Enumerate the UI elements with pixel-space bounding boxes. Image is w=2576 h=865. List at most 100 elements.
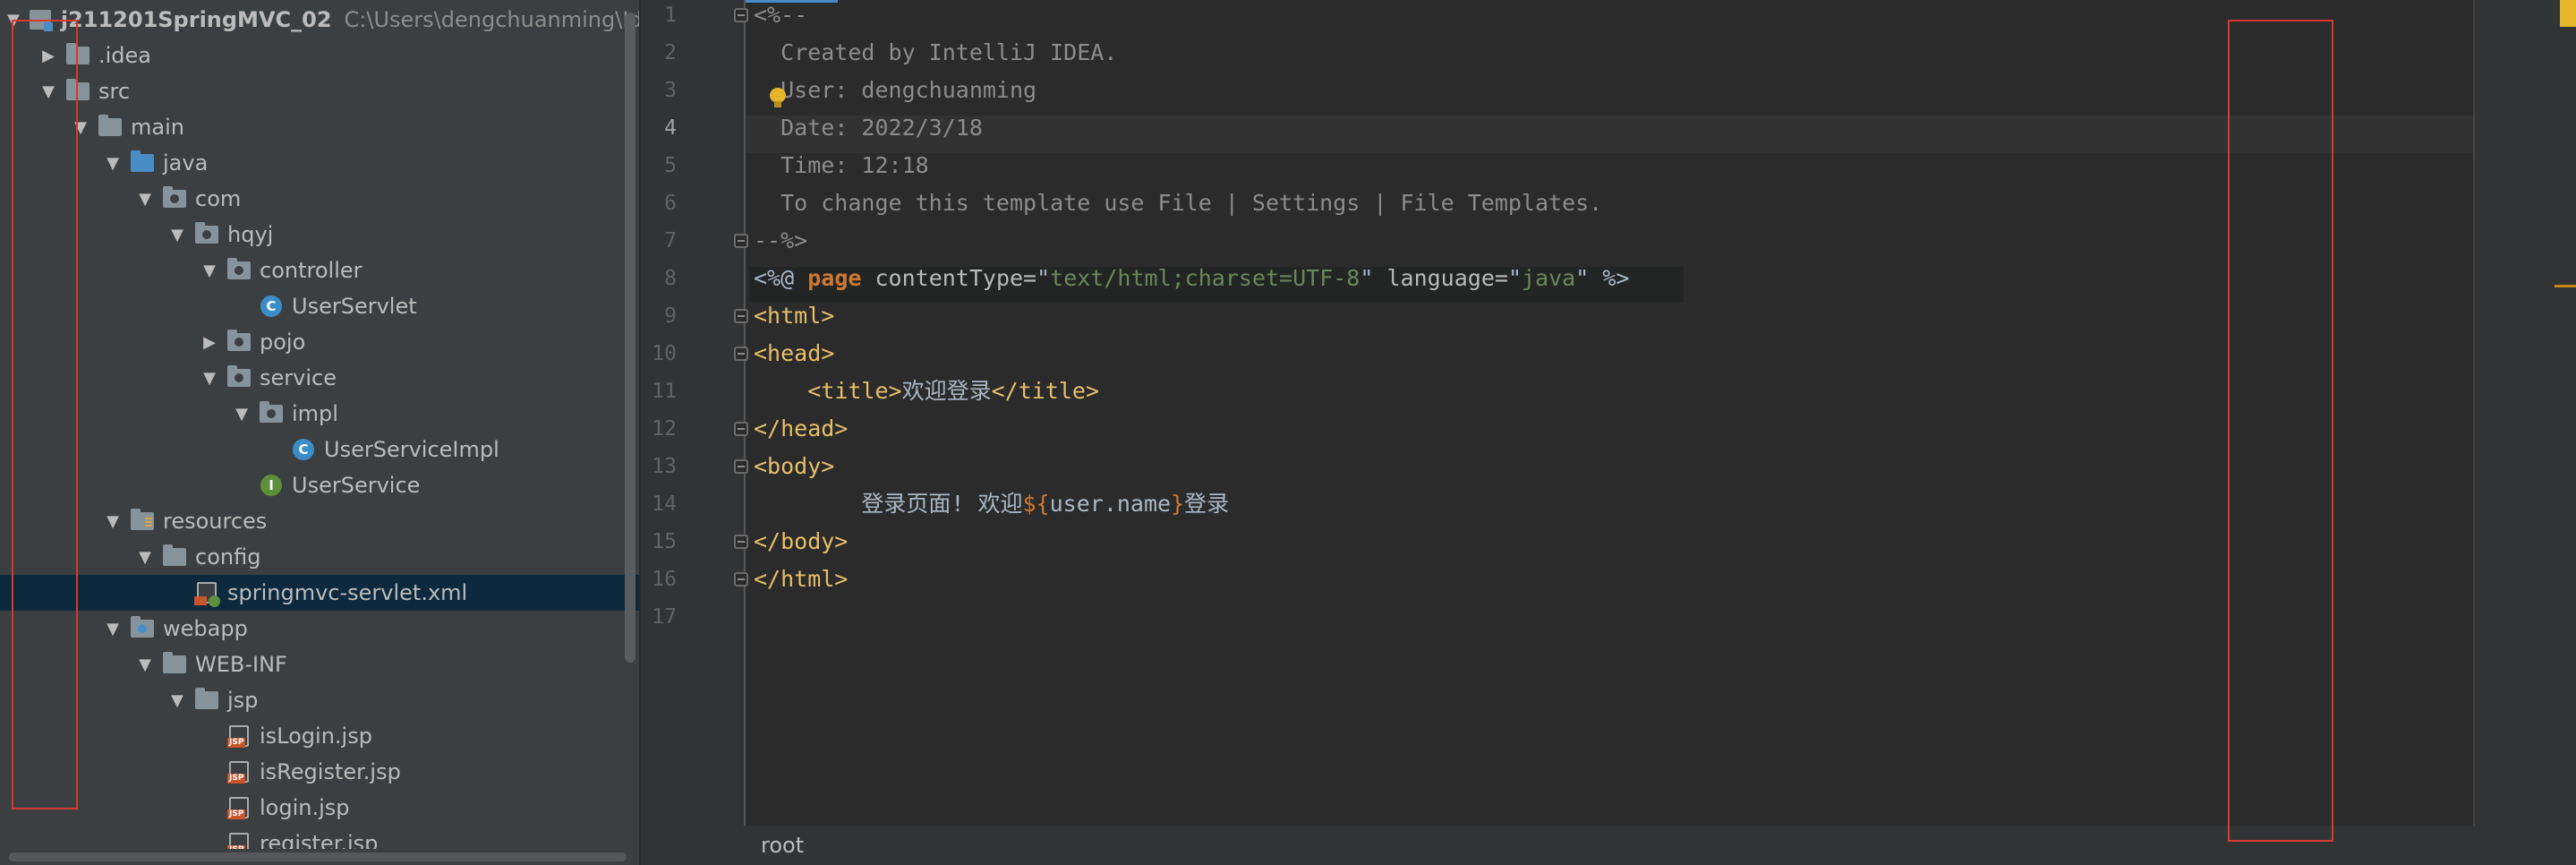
tree-item-com[interactable]: ▼ com	[0, 181, 639, 217]
code-line[interactable]: <head>	[754, 335, 834, 373]
tree-horizontal-scroll-thumb[interactable]	[9, 852, 627, 861]
highlight-box-left	[12, 20, 78, 809]
project-tree-panel[interactable]: ▼ j211201SpringMVC_02 C:\Users\dengchuanmi…	[0, 0, 639, 865]
fold-toggle-icon[interactable]	[734, 572, 748, 587]
expand-arrow-icon[interactable]: ▼	[168, 226, 186, 244]
expand-arrow-icon[interactable]: ▼	[104, 154, 122, 173]
collapse-arrow-icon[interactable]: ▶	[200, 333, 218, 352]
fold-toggle-icon[interactable]	[734, 459, 748, 474]
breadcrumb-root[interactable]: root	[761, 826, 804, 865]
resources-folder-icon	[131, 509, 154, 533]
folder-icon	[163, 652, 186, 676]
code-line[interactable]: </head>	[754, 410, 848, 448]
line-number: 11	[652, 380, 677, 403]
tree-item-j211201springmvc-02[interactable]: ▼ j211201SpringMVC_02 C:\Users\dengchuanmi…	[0, 2, 639, 38]
code-line[interactable]: User: dengchuanming	[754, 72, 1036, 109]
fold-toggle-icon[interactable]	[734, 309, 748, 323]
tree-item-islogin-jsp[interactable]: isLogin.jsp	[0, 718, 639, 754]
fold-toggle-icon[interactable]	[734, 422, 748, 436]
code-line[interactable]: Date: 2022/3/18	[754, 109, 983, 147]
tree-item-login-jsp[interactable]: login.jsp	[0, 790, 639, 826]
line-number: 3	[664, 79, 677, 102]
expand-arrow-icon[interactable]: ▼	[136, 655, 154, 674]
code-line[interactable]: 登录页面! 欢迎${user.name}登录	[754, 485, 1229, 523]
code-token: <%--	[754, 2, 808, 28]
expand-arrow-icon[interactable]: ▼	[136, 190, 154, 209]
code-token: --%>	[754, 227, 808, 253]
code-line[interactable]: --%>	[754, 222, 807, 260]
tree-item-label: pojo	[260, 330, 306, 355]
warning-marker-icon[interactable]	[2560, 0, 2576, 27]
tree-item-hqyj[interactable]: ▼ hqyj	[0, 217, 639, 253]
tree-item-isregister-jsp[interactable]: isRegister.jsp	[0, 754, 639, 790]
tree-item-userservlet[interactable]: C UserServlet	[0, 288, 639, 324]
tree-item-config[interactable]: ▼ config	[0, 539, 639, 575]
tree-item-jsp[interactable]: ▼ jsp	[0, 682, 639, 718]
code-line[interactable]: <html>	[754, 297, 834, 335]
expand-arrow-icon[interactable]: ▼	[104, 620, 122, 638]
fold-toggle-icon[interactable]	[734, 347, 748, 361]
code-line[interactable]: <title>欢迎登录</title>	[754, 373, 1099, 410]
tree-item-web-inf[interactable]: ▼ WEB-INF	[0, 647, 639, 682]
code-token: 登录	[1184, 491, 1230, 517]
code-line[interactable]: <%--	[754, 0, 807, 34]
tree-item-userservice[interactable]: I UserService	[0, 467, 639, 503]
tree-item-java[interactable]: ▼ java	[0, 145, 639, 181]
highlight-box-right	[2228, 20, 2333, 842]
tree-item-controller[interactable]: ▼ controller	[0, 253, 639, 288]
tree-item-userserviceimpl[interactable]: C UserServiceImpl	[0, 432, 639, 467]
code-token: <html>	[754, 303, 835, 329]
code-line[interactable]: To change this template use File | Setti…	[754, 184, 1602, 222]
fold-toggle-icon[interactable]	[734, 535, 748, 549]
expand-arrow-icon[interactable]: ▼	[168, 691, 186, 710]
tree-item-label: isLogin.jsp	[260, 724, 372, 749]
code-line[interactable]: Time: 12:18	[754, 147, 929, 184]
line-number: 16	[652, 568, 677, 591]
code-token: <head>	[754, 340, 835, 366]
tree-item-idea[interactable]: ▶ .idea	[0, 38, 639, 73]
code-token: <body>	[754, 453, 835, 479]
code-line[interactable]: </html>	[754, 561, 848, 598]
tree-item-springmvc-servlet-xml[interactable]: springmvc-servlet.xml	[0, 575, 639, 611]
fold-toggle-icon[interactable]	[734, 8, 748, 22]
tree-item-webapp[interactable]: ▼ webapp	[0, 611, 639, 647]
intention-bulb-icon[interactable]	[770, 88, 786, 107]
line-number: 17	[652, 605, 677, 629]
code-token: </title>	[991, 378, 1100, 404]
code-token: text/html;charset=UTF-8	[1050, 265, 1361, 291]
expand-arrow-icon[interactable]: ▼	[200, 369, 218, 388]
tree-item-main[interactable]: ▼ main	[0, 109, 639, 145]
expand-arrow-icon[interactable]: ▼	[136, 548, 154, 567]
code-token: 登录页面! 欢迎	[754, 491, 1023, 517]
tree-item-service[interactable]: ▼ service	[0, 360, 639, 396]
jsp-file-icon	[227, 796, 251, 819]
tree-item-label: main	[131, 115, 184, 140]
code-token: "	[1507, 265, 1522, 291]
tree-item-resources[interactable]: ▼ resources	[0, 503, 639, 539]
tree-item-label: resources	[163, 509, 268, 534]
expand-arrow-icon[interactable]: ▼	[200, 261, 218, 280]
class-icon: C	[292, 438, 315, 461]
code-token: <title>	[807, 378, 902, 404]
line-number: 12	[652, 417, 677, 441]
code-line[interactable]: Created by IntelliJ IDEA.	[754, 34, 1117, 72]
code-line[interactable]: </body>	[754, 523, 848, 561]
tree-item-impl[interactable]: ▼ impl	[0, 396, 639, 432]
error-stripe-gutter[interactable]	[2473, 0, 2576, 826]
tree-horizontal-scrollbar[interactable]	[0, 849, 639, 865]
tree-item-src[interactable]: ▼ src	[0, 73, 639, 109]
expand-arrow-icon[interactable]: ▼	[104, 512, 122, 531]
tree-item-label: hqyj	[227, 222, 274, 247]
tree-item-label: com	[195, 186, 242, 211]
code-editor[interactable]: 1 2 3 4 5 6 7 8 9 10 11 12 13 14 15 16 17 <%-- Created b…	[641, 0, 2576, 865]
tree-vertical-scrollbar[interactable]	[625, 13, 635, 663]
code-line[interactable]: <%@ page contentType="text/html;charset=…	[754, 260, 1629, 297]
fold-toggle-icon[interactable]	[734, 234, 748, 248]
expand-arrow-icon[interactable]: ▼	[233, 405, 251, 424]
line-number: 9	[664, 304, 677, 328]
package-icon	[163, 186, 186, 210]
code-line[interactable]: <body>	[754, 448, 834, 485]
code-token: language=	[1373, 265, 1508, 291]
tree-item-pojo[interactable]: ▶ pojo	[0, 324, 639, 360]
